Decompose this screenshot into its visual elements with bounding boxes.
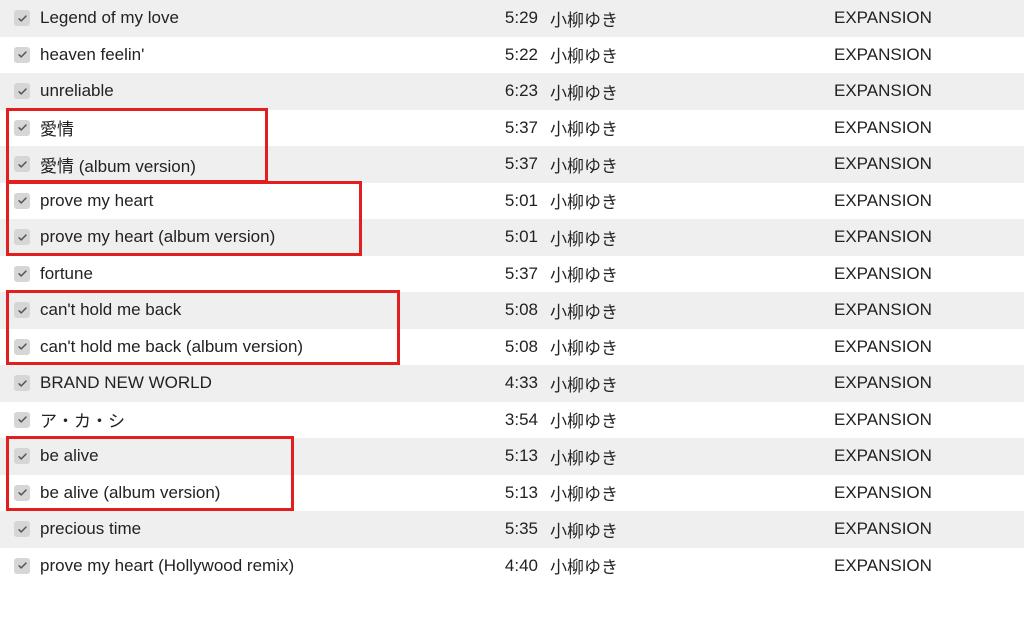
track-artist: 小柳ゆき xyxy=(544,261,834,286)
track-checkbox[interactable] xyxy=(14,448,30,464)
track-row[interactable]: prove my heart5:01小柳ゆきEXPANSION xyxy=(0,183,1024,220)
track-row[interactable]: prove my heart (Hollywood remix)4:40小柳ゆき… xyxy=(0,548,1024,585)
track-album: EXPANSION xyxy=(834,154,1024,174)
track-title: prove my heart xyxy=(40,191,488,211)
track-title: 愛情 (album version) xyxy=(40,152,488,177)
track-title: Legend of my love xyxy=(40,8,488,28)
track-title: ア・カ・シ xyxy=(40,407,488,432)
track-title: prove my heart (Hollywood remix) xyxy=(40,556,488,576)
track-row[interactable]: BRAND NEW WORLD4:33小柳ゆきEXPANSION xyxy=(0,365,1024,402)
track-checkbox[interactable] xyxy=(14,375,30,391)
track-checkbox[interactable] xyxy=(14,47,30,63)
track-row[interactable]: unreliable6:23小柳ゆきEXPANSION xyxy=(0,73,1024,110)
track-artist: 小柳ゆき xyxy=(544,298,834,323)
track-row[interactable]: 愛情 (album version)5:37小柳ゆきEXPANSION xyxy=(0,146,1024,183)
track-album: EXPANSION xyxy=(834,519,1024,539)
track-album: EXPANSION xyxy=(834,556,1024,576)
track-checkbox[interactable] xyxy=(14,83,30,99)
track-artist: 小柳ゆき xyxy=(544,517,834,542)
track-duration: 5:22 xyxy=(488,45,544,65)
track-checkbox[interactable] xyxy=(14,266,30,282)
track-checkbox[interactable] xyxy=(14,120,30,136)
track-artist: 小柳ゆき xyxy=(544,407,834,432)
track-title: fortune xyxy=(40,264,488,284)
track-title: be alive xyxy=(40,446,488,466)
track-album: EXPANSION xyxy=(834,264,1024,284)
track-duration: 5:13 xyxy=(488,483,544,503)
track-title: can't hold me back (album version) xyxy=(40,337,488,357)
track-title: heaven feelin' xyxy=(40,45,488,65)
track-checkbox[interactable] xyxy=(14,229,30,245)
track-duration: 4:33 xyxy=(488,373,544,393)
track-row[interactable]: precious time5:35小柳ゆきEXPANSION xyxy=(0,511,1024,548)
track-artist: 小柳ゆき xyxy=(544,6,834,31)
track-row[interactable]: can't hold me back (album version)5:08小柳… xyxy=(0,329,1024,366)
track-album: EXPANSION xyxy=(834,191,1024,211)
track-duration: 3:54 xyxy=(488,410,544,430)
track-album: EXPANSION xyxy=(834,373,1024,393)
track-title: prove my heart (album version) xyxy=(40,227,488,247)
track-title: BRAND NEW WORLD xyxy=(40,373,488,393)
track-duration: 5:01 xyxy=(488,191,544,211)
track-album: EXPANSION xyxy=(834,337,1024,357)
track-title: precious time xyxy=(40,519,488,539)
track-album: EXPANSION xyxy=(834,81,1024,101)
track-artist: 小柳ゆき xyxy=(544,371,834,396)
track-duration: 5:29 xyxy=(488,8,544,28)
track-duration: 5:08 xyxy=(488,337,544,357)
track-title: 愛情 xyxy=(40,115,488,140)
track-duration: 5:13 xyxy=(488,446,544,466)
track-duration: 4:40 xyxy=(488,556,544,576)
track-artist: 小柳ゆき xyxy=(544,553,834,578)
track-checkbox[interactable] xyxy=(14,193,30,209)
track-checkbox[interactable] xyxy=(14,412,30,428)
track-artist: 小柳ゆき xyxy=(544,79,834,104)
track-row[interactable]: Legend of my love5:29小柳ゆきEXPANSION xyxy=(0,0,1024,37)
track-checkbox[interactable] xyxy=(14,485,30,501)
track-checkbox[interactable] xyxy=(14,156,30,172)
track-title: be alive (album version) xyxy=(40,483,488,503)
track-album: EXPANSION xyxy=(834,8,1024,28)
track-artist: 小柳ゆき xyxy=(544,444,834,469)
track-title: can't hold me back xyxy=(40,300,488,320)
track-checkbox[interactable] xyxy=(14,302,30,318)
track-duration: 6:23 xyxy=(488,81,544,101)
track-row[interactable]: fortune5:37小柳ゆきEXPANSION xyxy=(0,256,1024,293)
track-duration: 5:01 xyxy=(488,227,544,247)
track-duration: 5:37 xyxy=(488,118,544,138)
track-duration: 5:35 xyxy=(488,519,544,539)
track-row[interactable]: can't hold me back5:08小柳ゆきEXPANSION xyxy=(0,292,1024,329)
track-row[interactable]: ア・カ・シ3:54小柳ゆきEXPANSION xyxy=(0,402,1024,439)
track-artist: 小柳ゆき xyxy=(544,225,834,250)
track-artist: 小柳ゆき xyxy=(544,188,834,213)
track-row[interactable]: be alive (album version)5:13小柳ゆきEXPANSIO… xyxy=(0,475,1024,512)
track-checkbox[interactable] xyxy=(14,558,30,574)
track-row[interactable]: be alive5:13小柳ゆきEXPANSION xyxy=(0,438,1024,475)
track-album: EXPANSION xyxy=(834,227,1024,247)
track-artist: 小柳ゆき xyxy=(544,334,834,359)
track-duration: 5:08 xyxy=(488,300,544,320)
track-checkbox[interactable] xyxy=(14,521,30,537)
track-checkbox[interactable] xyxy=(14,339,30,355)
track-artist: 小柳ゆき xyxy=(544,42,834,67)
track-album: EXPANSION xyxy=(834,410,1024,430)
track-title: unreliable xyxy=(40,81,488,101)
track-row[interactable]: heaven feelin'5:22小柳ゆきEXPANSION xyxy=(0,37,1024,74)
track-album: EXPANSION xyxy=(834,45,1024,65)
track-row[interactable]: prove my heart (album version)5:01小柳ゆきEX… xyxy=(0,219,1024,256)
track-list: Legend of my love5:29小柳ゆきEXPANSIONheaven… xyxy=(0,0,1024,584)
track-artist: 小柳ゆき xyxy=(544,480,834,505)
track-artist: 小柳ゆき xyxy=(544,115,834,140)
track-duration: 5:37 xyxy=(488,264,544,284)
track-artist: 小柳ゆき xyxy=(544,152,834,177)
track-album: EXPANSION xyxy=(834,300,1024,320)
track-album: EXPANSION xyxy=(834,483,1024,503)
track-album: EXPANSION xyxy=(834,118,1024,138)
track-album: EXPANSION xyxy=(834,446,1024,466)
track-duration: 5:37 xyxy=(488,154,544,174)
track-row[interactable]: 愛情5:37小柳ゆきEXPANSION xyxy=(0,110,1024,147)
track-checkbox[interactable] xyxy=(14,10,30,26)
